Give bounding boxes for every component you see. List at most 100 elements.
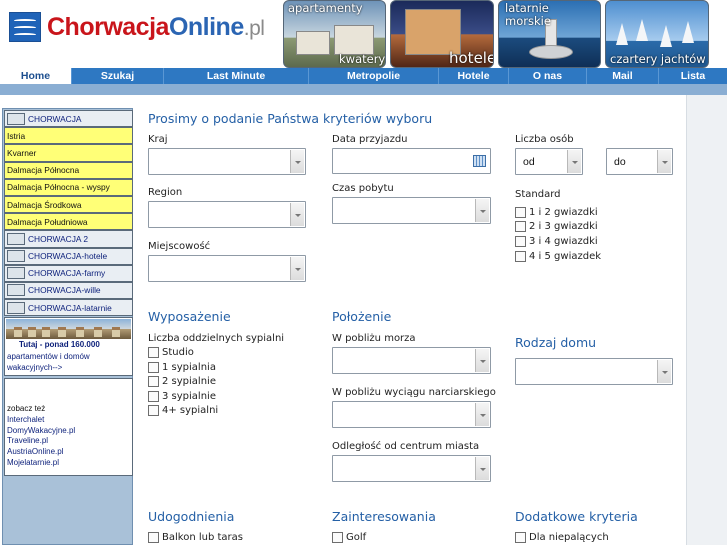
banner-hotele-bottom: hotele [449, 49, 494, 67]
flag-icon [7, 267, 25, 280]
chevron-down-icon [657, 150, 671, 173]
checkbox-label: 4 i 5 gwiazdek [529, 251, 602, 262]
osoby-od-select[interactable]: od [515, 148, 583, 175]
link-domywakacyjne[interactable]: DomyWakacyjne.pl [7, 426, 132, 437]
morze-select[interactable] [332, 347, 491, 374]
banner-apartamenty[interactable]: apartamenty kwatery [283, 0, 386, 68]
nav-last-minute[interactable]: Last Minute [164, 68, 309, 84]
kraj-select[interactable] [148, 148, 306, 175]
checkbox[interactable] [515, 236, 526, 247]
osoby-do-select[interactable]: do [606, 148, 673, 175]
link-interchalet[interactable]: Interchalet [7, 415, 132, 426]
region-label: Region [148, 187, 183, 198]
checkbox-label: Balkon lub taras [162, 532, 243, 543]
checkbox[interactable] [515, 207, 526, 218]
sypialnie-option-2[interactable]: 2 sypialnie [148, 376, 216, 387]
checkbox[interactable] [148, 532, 159, 543]
sypialnie-option-1[interactable]: 1 sypialnia [148, 362, 216, 373]
checkbox[interactable] [148, 362, 159, 373]
dodatkowe-option-niepalacy[interactable]: Dla niepalących [515, 532, 609, 543]
sypialnie-option-3[interactable]: 3 sypialnie [148, 391, 216, 402]
sypialnie-label: Liczba oddzielnych sypialni [148, 333, 285, 344]
site-logo[interactable]: ChorwacjaOnline.pl [9, 12, 265, 42]
link-traveline[interactable]: Traveline.pl [7, 436, 132, 447]
banner-czartery[interactable]: czartery jachtów [605, 0, 709, 68]
sidebar-item-chorwacja-2[interactable]: CHORWACJA 2 [4, 230, 133, 248]
miejscowosc-select[interactable] [148, 255, 306, 282]
logo-text: ChorwacjaOnline.pl [47, 13, 265, 42]
osoby-od-value: od [523, 156, 535, 168]
udogodnienia-option-balkon[interactable]: Balkon lub taras [148, 532, 243, 543]
sidebar-item-kvarner[interactable]: Kvarner [4, 144, 133, 162]
sidebar-item-dalmacja-polnocna[interactable]: Dalmacja Północna [4, 161, 133, 179]
calendar-icon[interactable] [473, 155, 486, 167]
checkbox-label: 3 sypialnie [162, 391, 216, 402]
data-przyjazdu-input[interactable] [332, 148, 491, 174]
checkbox-label: 1 i 2 gwiazdki [529, 207, 598, 218]
banner-apartamenty-bottom: kwatery [339, 52, 386, 66]
promo-box[interactable]: Tutaj - ponad 160.000 apartamentów i dom… [4, 317, 133, 376]
link-austriaonline[interactable]: AustriaOnline.pl [7, 447, 132, 458]
standard-option-4[interactable]: 4 i 5 gwiazdek [515, 251, 601, 262]
sidebar-item-chorwacja-hotele[interactable]: CHORWACJA-hotele [4, 247, 133, 265]
nav-lista[interactable]: Lista [659, 68, 727, 84]
checkbox[interactable] [515, 221, 526, 232]
liczba-osob-label: Liczba osób [515, 134, 574, 145]
sidebar-item-label: CHORWACJA-farmy [28, 268, 106, 279]
nav-home[interactable]: Home [0, 68, 72, 84]
chevron-down-icon [657, 360, 671, 383]
nav-szukaj[interactable]: Szukaj [72, 68, 164, 84]
logo-part-domain: .pl [243, 16, 265, 40]
sidebar-item-chorwacja-latarnie[interactable]: CHORWACJA-latarnie [4, 299, 133, 317]
sidebar-item-chorwacja-wille[interactable]: CHORWACJA-wille [4, 281, 133, 300]
sidebar-item-dalmacja-srodkowa[interactable]: Dalmacja Środkowa [4, 195, 133, 214]
banner-latarnie-top: latarnie morskie [505, 1, 551, 28]
sidebar-item-label: Dalmacja Północna - wyspy [7, 182, 110, 193]
banner-hotele[interactable]: hotele [390, 0, 494, 68]
standard-option-1[interactable]: 1 i 2 gwiazdki [515, 207, 598, 218]
wyciag-label: W pobliżu wyciągu narciarskiego [332, 387, 496, 398]
sidebar-item-dalmacja-poludniowa[interactable]: Dalmacja Południowa [4, 213, 133, 231]
checkbox[interactable] [148, 405, 159, 416]
rodzaj-domu-select[interactable] [515, 358, 673, 385]
sidebar-item-label: CHORWACJA-latarnie [28, 302, 112, 313]
czas-pobytu-select[interactable] [332, 197, 491, 224]
nav-hotele[interactable]: Hotele [439, 68, 509, 84]
sidebar-item-istria[interactable]: Istria [4, 127, 133, 145]
sidebar-item-chorwacja[interactable]: CHORWACJA [4, 110, 133, 128]
polozenie-title: Położenie [332, 309, 392, 324]
standard-option-2[interactable]: 2 i 3 gwiazdki [515, 221, 598, 232]
chevron-down-icon [475, 199, 489, 222]
chevron-down-icon [475, 457, 489, 480]
checkbox[interactable] [148, 391, 159, 402]
sidebar-item-chorwacja-farmy[interactable]: CHORWACJA-farmy [4, 264, 133, 282]
sypialnie-option-studio[interactable]: Studio [148, 347, 194, 358]
standard-option-3[interactable]: 3 i 4 gwiazdki [515, 236, 598, 247]
sidebar-item-label: Dalmacja Północna [7, 165, 80, 176]
kraj-label: Kraj [148, 134, 168, 145]
wyposazenie-title: Wyposażenie [148, 309, 231, 324]
zainteresowania-option-golf[interactable]: Golf [332, 532, 366, 543]
site-header: ChorwacjaOnline.pl apartamenty kwatery h… [0, 0, 727, 68]
main-nav: Home Szukaj Last Minute Metropolie Hotel… [0, 68, 727, 84]
checkbox[interactable] [148, 347, 159, 358]
checkbox[interactable] [332, 532, 343, 543]
banner-latarnie[interactable]: latarnie morskie [498, 0, 601, 68]
sidebar-item-dalmacja-polnocna-wyspy[interactable]: Dalmacja Północna - wyspy [4, 178, 133, 196]
sidebar-item-label: CHORWACJA 2 [28, 233, 89, 244]
checkbox[interactable] [515, 532, 526, 543]
link-mojelatarnie[interactable]: Mojelatarnie.pl [7, 458, 132, 469]
checkbox-label: Studio [162, 347, 194, 358]
flag-icon [7, 284, 25, 297]
checkbox-label: Dla niepalących [529, 532, 609, 543]
centrum-select[interactable] [332, 455, 491, 482]
nav-metropolie[interactable]: Metropolie [309, 68, 439, 84]
chevron-down-icon [290, 203, 304, 226]
checkbox[interactable] [148, 376, 159, 387]
sypialnie-option-4plus[interactable]: 4+ sypialni [148, 405, 218, 416]
region-select[interactable] [148, 201, 306, 228]
nav-mail[interactable]: Mail [587, 68, 659, 84]
wyciag-select[interactable] [332, 401, 491, 428]
nav-o-nas[interactable]: O nas [509, 68, 587, 84]
checkbox[interactable] [515, 251, 526, 262]
